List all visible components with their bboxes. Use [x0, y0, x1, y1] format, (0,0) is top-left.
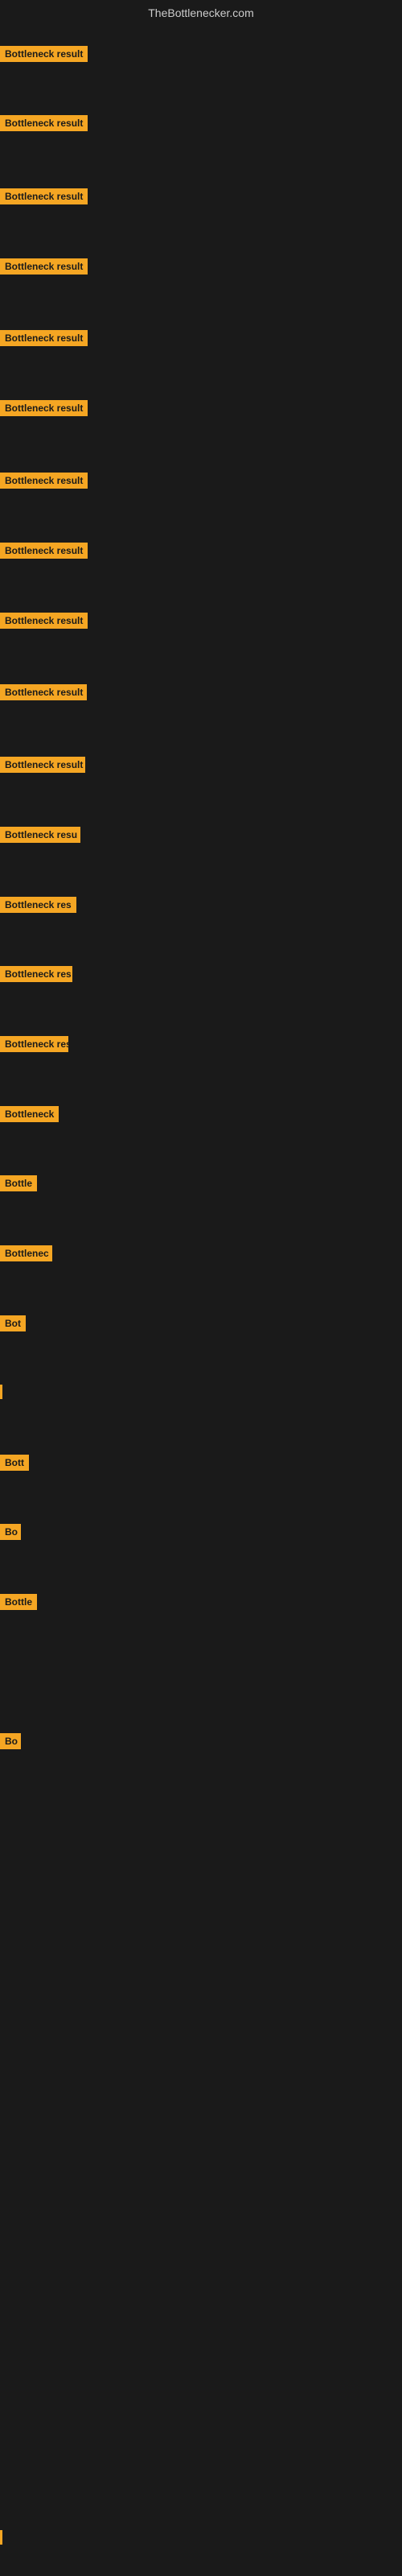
bottleneck-badge[interactable]: Bottleneck result — [0, 400, 88, 416]
bottleneck-badge[interactable]: Bot — [0, 1315, 26, 1331]
result-item: Bottlenec — [0, 1245, 52, 1265]
bottleneck-badge[interactable]: Bo — [0, 1524, 21, 1540]
result-item: Bottleneck result — [0, 473, 88, 493]
result-item: Bot — [0, 1315, 26, 1335]
result-item: Bottleneck result — [0, 46, 88, 66]
bottleneck-badge[interactable]: Bottleneck result — [0, 473, 88, 489]
cursor-indicator — [0, 2530, 2, 2545]
result-item: Bo — [0, 1733, 21, 1753]
result-item: Bottleneck result — [0, 258, 88, 279]
bottleneck-badge[interactable]: Bottleneck res — [0, 966, 72, 982]
bottleneck-badge[interactable]: Bo — [0, 1733, 21, 1749]
result-item: Bottleneck result — [0, 684, 87, 704]
bottleneck-badge[interactable]: Bottleneck result — [0, 613, 88, 629]
result-item: Bottleneck result — [0, 400, 88, 420]
result-item: Bottleneck result — [0, 115, 88, 135]
bottleneck-badge[interactable]: Bottleneck — [0, 1106, 59, 1122]
result-item: Bottle — [0, 1175, 37, 1195]
bottleneck-badge[interactable]: Bottle — [0, 1175, 37, 1191]
cursor-indicator — [0, 1385, 2, 1399]
result-item: Bottleneck res — [0, 966, 72, 986]
result-item: Bottleneck — [0, 1106, 59, 1126]
bottleneck-badge[interactable]: Bottleneck res — [0, 1036, 68, 1052]
result-item: Bottleneck res — [0, 897, 76, 917]
result-item: Bottleneck result — [0, 613, 88, 633]
bottleneck-badge[interactable]: Bottleneck result — [0, 543, 88, 559]
bottleneck-badge[interactable]: Bottlenec — [0, 1245, 52, 1261]
bottleneck-badge[interactable]: Bottleneck result — [0, 684, 87, 700]
result-item: Bottleneck result — [0, 188, 88, 208]
bottleneck-badge[interactable]: Bottleneck res — [0, 897, 76, 913]
bottleneck-badge[interactable]: Bottleneck result — [0, 115, 88, 131]
bottleneck-badge[interactable]: Bottleneck result — [0, 188, 88, 204]
bottleneck-badge[interactable]: Bottle — [0, 1594, 37, 1610]
bottleneck-badge[interactable]: Bott — [0, 1455, 29, 1471]
result-item: Bo — [0, 1524, 21, 1544]
bottleneck-badge[interactable]: Bottleneck result — [0, 46, 88, 62]
result-item: Bottleneck result — [0, 757, 85, 777]
result-item: Bottleneck result — [0, 330, 88, 350]
result-item: Bottleneck res — [0, 1036, 68, 1056]
bottleneck-badge[interactable]: Bottleneck resu — [0, 827, 80, 843]
site-title: TheBottlenecker.com — [0, 0, 402, 26]
bottleneck-badge[interactable]: Bottleneck result — [0, 757, 85, 773]
result-item: Bottleneck result — [0, 543, 88, 563]
result-item: Bottle — [0, 1594, 37, 1614]
result-item: Bott — [0, 1455, 29, 1475]
bottleneck-badge[interactable]: Bottleneck result — [0, 258, 88, 275]
result-item: Bottleneck resu — [0, 827, 80, 847]
bottleneck-badge[interactable]: Bottleneck result — [0, 330, 88, 346]
